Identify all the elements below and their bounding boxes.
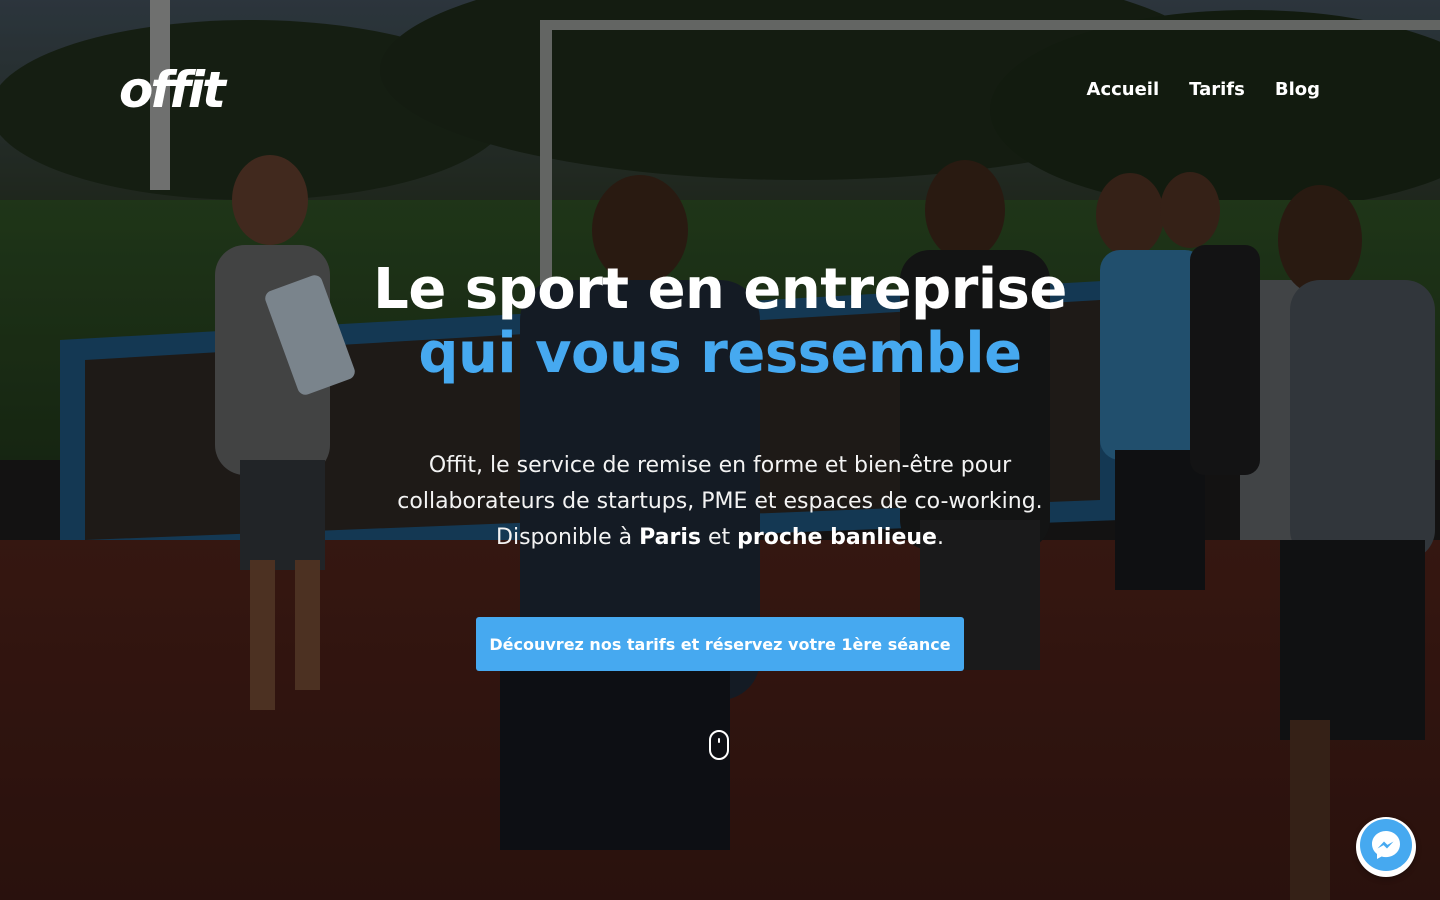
hero-subtitle: Offit, le service de remise en forme et … [320,448,1120,556]
offit-logo[interactable]: offit [119,60,226,120]
subtitle-city: Paris [639,525,701,550]
subtitle-line-2: collaborateurs de startups, PME et espac… [397,489,1043,514]
hero-headline: Le sport en entreprise qui vous ressembl… [0,258,1440,386]
messenger-chat-button[interactable] [1356,817,1416,877]
subtitle-prefix: Disponible à [496,525,640,550]
subtitle-line-1: Offit, le service de remise en forme et … [428,453,1012,478]
cta-pricing-button[interactable]: Découvrez nos tarifs et réservez votre 1… [476,617,964,671]
mouse-scroll-icon[interactable] [709,730,729,760]
mouse-wheel [718,738,720,743]
hero-section: offit Accueil Tarifs Blog Le sport en en… [0,0,1440,900]
subtitle-suffix: . [936,525,944,550]
subtitle-mid: et [700,525,738,550]
nav-link-tarifs[interactable]: Tarifs [1189,78,1245,102]
subtitle-area: proche banlieue [737,525,937,550]
messenger-icon [1358,817,1414,877]
headline-line-2: qui vous ressemble [418,321,1022,386]
headline-line-1: Le sport en entreprise [373,257,1067,322]
nav-link-blog[interactable]: Blog [1275,78,1320,102]
main-nav: Accueil Tarifs Blog [1087,78,1320,102]
subtitle-line-3: Disponible à Paris et proche banlieue. [320,520,1120,556]
nav-link-accueil[interactable]: Accueil [1087,78,1160,102]
